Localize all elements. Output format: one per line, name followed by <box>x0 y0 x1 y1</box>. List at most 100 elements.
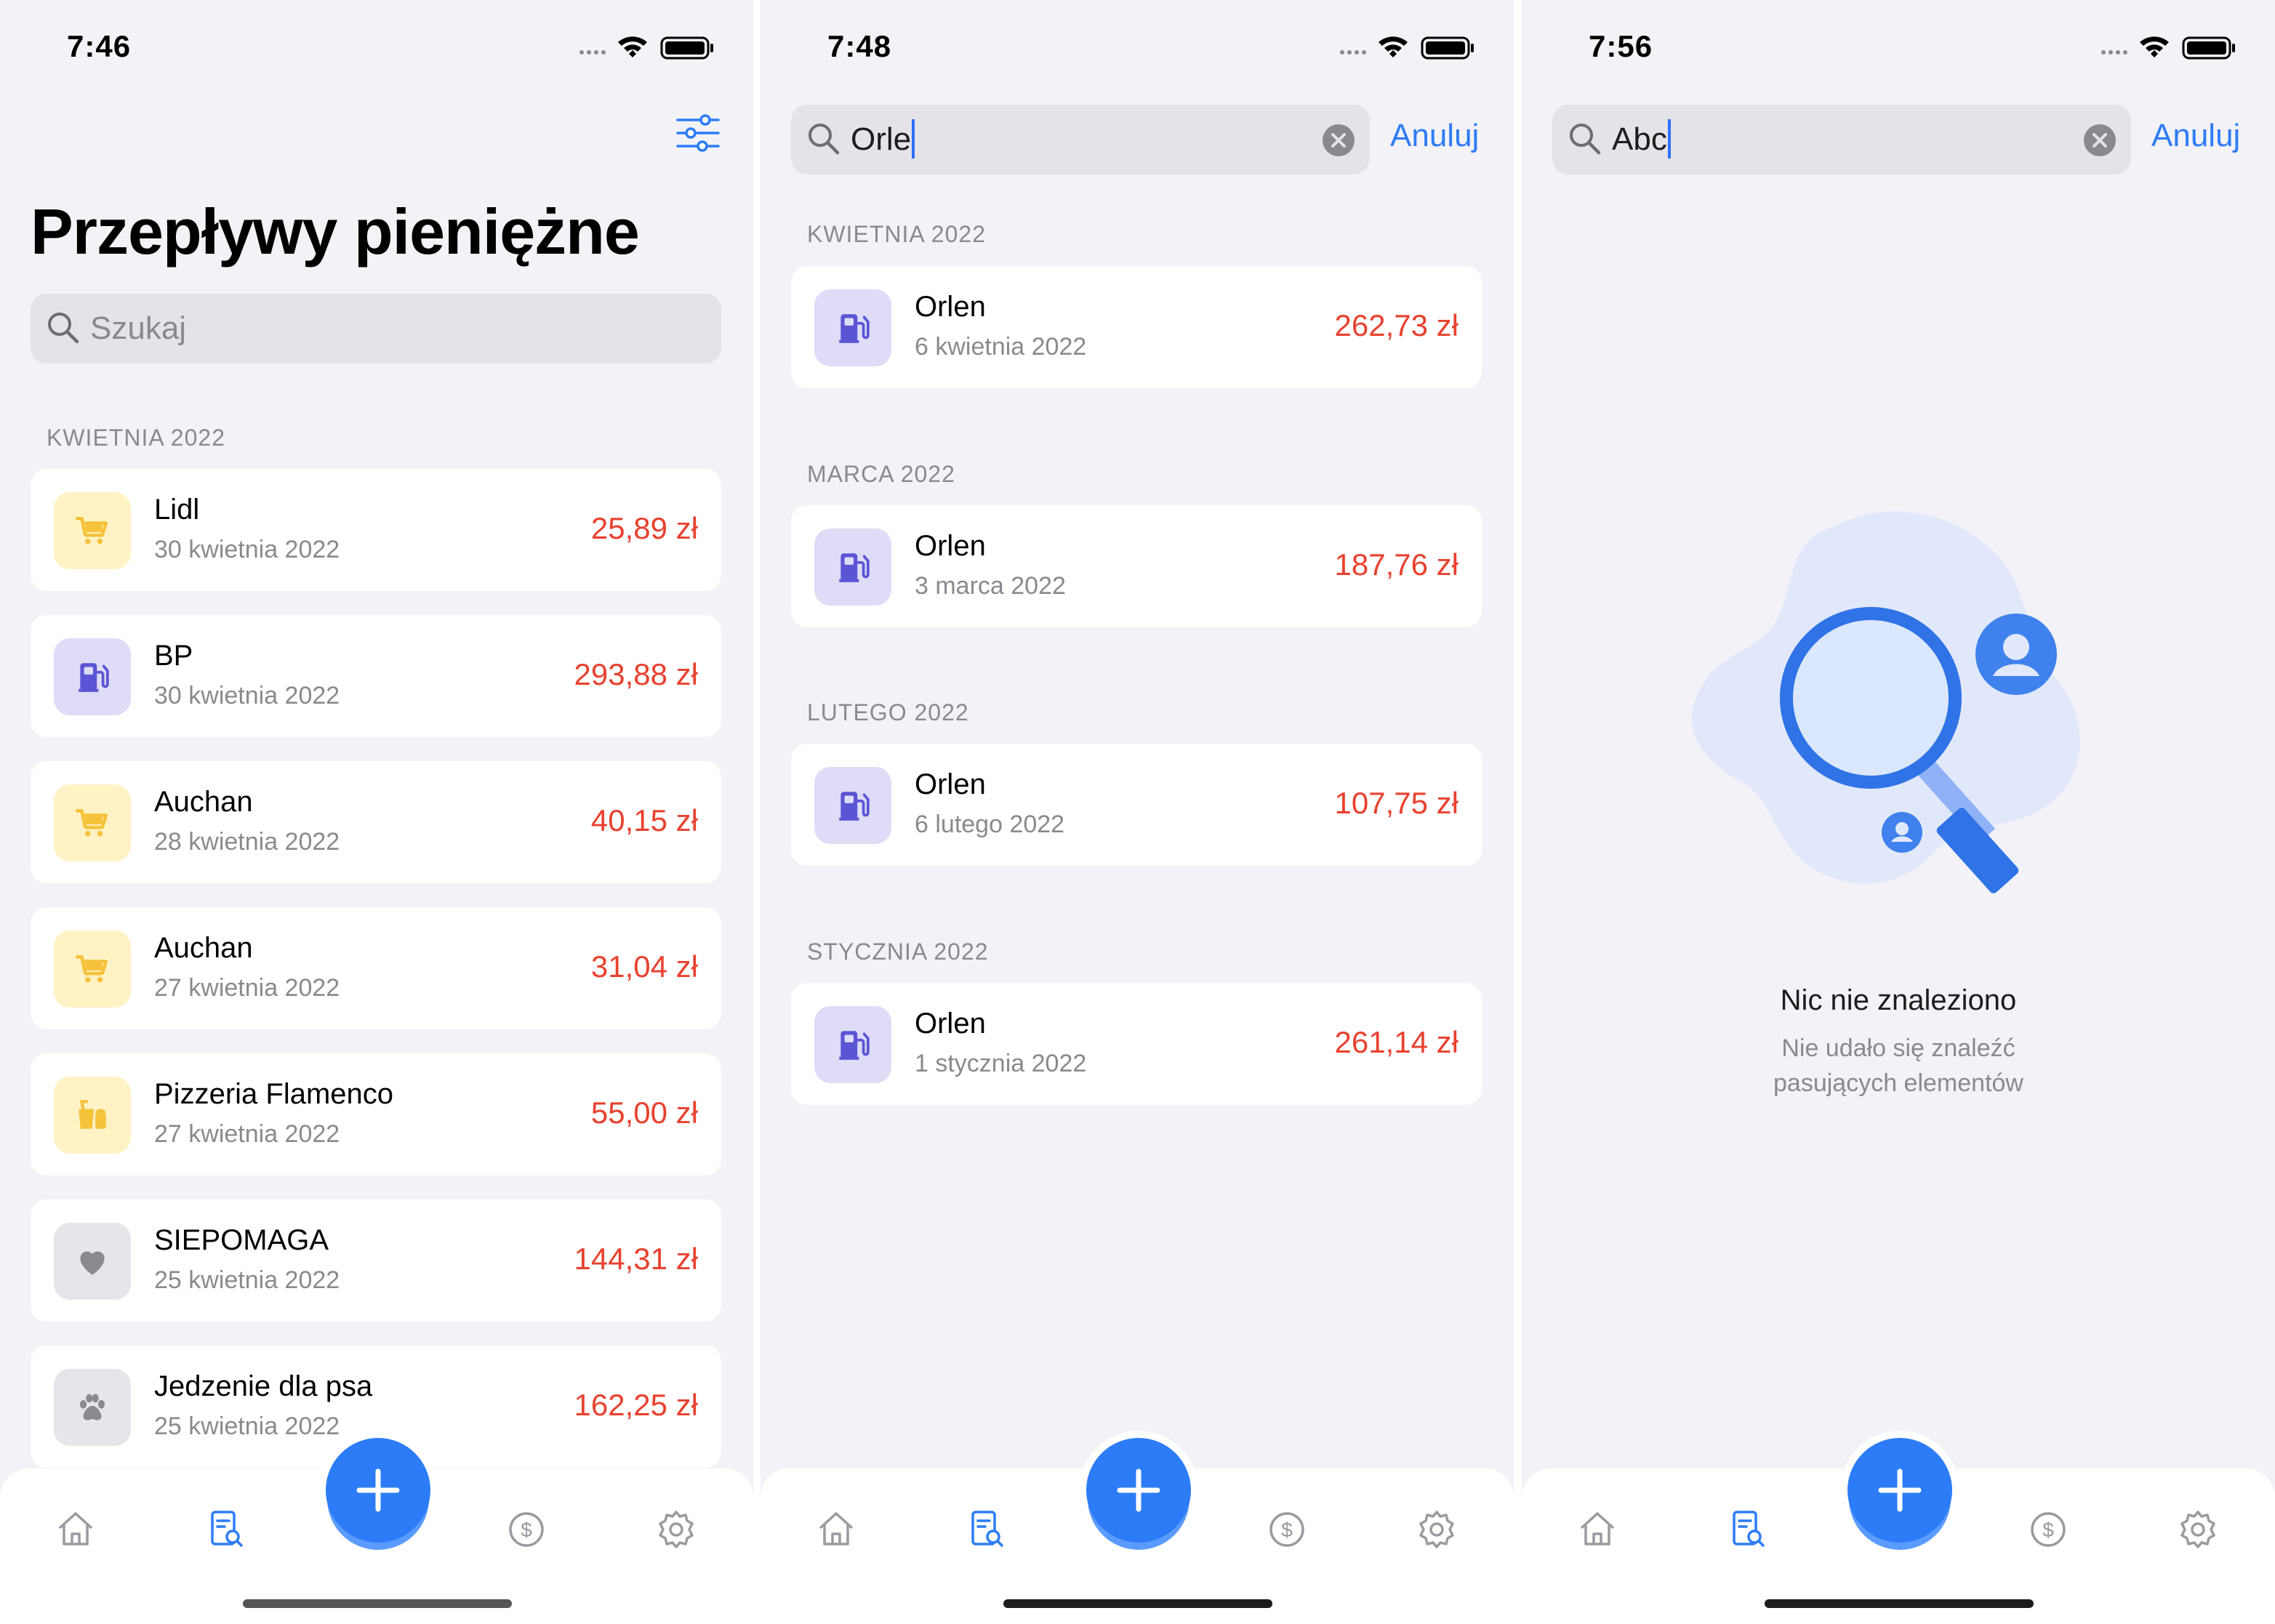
settings-icon[interactable] <box>654 1508 698 1551</box>
no-results-illustration <box>1691 511 2080 893</box>
status-icons <box>579 36 713 60</box>
section-header: MARCA 2022 <box>807 461 955 487</box>
search-icon <box>48 313 79 344</box>
search-input[interactable]: Orle <box>851 119 915 159</box>
transactions-icon[interactable] <box>1725 1508 1769 1551</box>
home-indicator <box>1003 1599 1272 1608</box>
plus-icon <box>1117 1468 1160 1512</box>
home-indicator <box>243 1599 512 1608</box>
screen-search-results: 7:48 Orle Anuluj KWIETNIA 2022 Orlen 6 k… <box>761 0 1514 1624</box>
shopping-cart-icon <box>54 930 131 1008</box>
transaction-row[interactable]: Pizzeria Flamenco 27 kwietnia 2022 55,00… <box>31 1053 721 1175</box>
budget-icon[interactable]: $ <box>2026 1508 2070 1551</box>
transaction-date: 1 stycznia 2022 <box>915 1050 1087 1077</box>
clear-search-icon[interactable] <box>1322 124 1355 157</box>
search-bar[interactable]: Abc <box>1552 105 2131 174</box>
home-icon[interactable] <box>54 1508 97 1551</box>
cancel-search-button[interactable]: Anuluj <box>1390 118 1479 154</box>
transaction-amount: 162,25 zł <box>574 1388 698 1422</box>
transaction-row[interactable]: Orlen 1 stycznia 2022 261,14 zł <box>791 983 1482 1105</box>
svg-text:$: $ <box>521 1519 532 1541</box>
add-transaction-button[interactable] <box>1847 1438 1952 1543</box>
home-icon[interactable] <box>1576 1508 1619 1551</box>
transaction-name: Pizzeria Flamenco <box>154 1078 394 1110</box>
transaction-name: SIEPOMAGA <box>154 1224 329 1256</box>
transactions-icon[interactable] <box>204 1508 247 1551</box>
transaction-row[interactable]: SIEPOMAGA 25 kwietnia 2022 144,31 zł <box>31 1199 721 1322</box>
transaction-name: Orlen <box>915 1008 986 1040</box>
fuel-pump-icon <box>54 638 131 715</box>
page-title: Przepływy pieniężne <box>31 196 640 268</box>
transaction-amount: 187,76 zł <box>1334 547 1459 582</box>
transactions-icon[interactable] <box>964 1508 1008 1551</box>
fuel-pump-icon <box>814 528 891 606</box>
transaction-date: 30 kwietnia 2022 <box>154 536 340 563</box>
transaction-date: 28 kwietnia 2022 <box>154 828 340 856</box>
status-time: 7:56 <box>1589 29 1653 63</box>
transaction-name: Lidl <box>154 494 200 526</box>
transaction-row[interactable]: Auchan 28 kwietnia 2022 40,15 zł <box>31 761 721 883</box>
heart-icon <box>54 1223 131 1300</box>
screen-cashflow-list: 7:46 Przepływy pieniężne Szukaj KWIETNIA… <box>0 0 753 1624</box>
transaction-row[interactable]: Orlen 6 lutego 2022 107,75 zł <box>791 744 1482 866</box>
status-bar: 7:56 <box>1522 0 2275 87</box>
screen-search-empty: 7:56 Abc Anuluj Nic nie znaleziono Nie u… <box>1522 0 2275 1624</box>
transaction-name: Orlen <box>915 291 986 323</box>
svg-text:$: $ <box>1281 1519 1293 1541</box>
budget-icon[interactable]: $ <box>1265 1508 1309 1551</box>
status-bar: 7:48 <box>761 0 1514 87</box>
transaction-date: 25 kwietnia 2022 <box>154 1412 340 1440</box>
settings-icon[interactable] <box>1415 1508 1459 1551</box>
filter-sliders-icon[interactable] <box>675 113 721 153</box>
cancel-search-button[interactable]: Anuluj <box>2151 118 2240 154</box>
shopping-cart-icon <box>54 492 131 569</box>
search-input[interactable]: Abc <box>1612 119 1671 159</box>
home-icon[interactable] <box>814 1508 858 1551</box>
transaction-row[interactable]: BP 30 kwietnia 2022 293,88 zł <box>31 615 721 737</box>
plus-icon <box>1878 1468 1922 1512</box>
transaction-amount: 107,75 zł <box>1334 786 1459 820</box>
plus-icon <box>356 1468 400 1512</box>
add-transaction-button[interactable] <box>326 1438 430 1543</box>
fuel-pump-icon <box>814 289 891 366</box>
transaction-date: 27 kwietnia 2022 <box>154 1120 340 1148</box>
transaction-name: Auchan <box>154 786 253 818</box>
transaction-date: 27 kwietnia 2022 <box>154 974 340 1002</box>
search-bar[interactable]: Szukaj <box>31 294 721 363</box>
paw-icon <box>54 1369 131 1446</box>
budget-icon[interactable]: $ <box>505 1508 548 1551</box>
transaction-amount: 293,88 zł <box>574 657 698 691</box>
empty-state-title: Nic nie znaleziono <box>1780 984 2017 1016</box>
settings-icon[interactable] <box>2176 1508 2220 1551</box>
empty-state-subtitle: Nie udało się znaleźć pasujących element… <box>1522 1031 2275 1101</box>
clear-search-icon[interactable] <box>2083 124 2116 157</box>
transaction-date: 6 kwietnia 2022 <box>915 333 1087 361</box>
transaction-row[interactable]: Lidl 30 kwietnia 2022 25,89 zł <box>31 469 721 591</box>
search-placeholder: Szukaj <box>90 310 187 346</box>
status-time: 7:46 <box>67 29 132 63</box>
empty-state-subtitle-line: Nie udało się znaleźć <box>1781 1034 2015 1062</box>
section-header: KWIETNIA 2022 <box>47 425 225 451</box>
transaction-row[interactable]: Auchan 27 kwietnia 2022 31,04 zł <box>31 907 721 1029</box>
fuel-pump-icon <box>814 767 891 844</box>
search-bar[interactable]: Orle <box>791 105 1370 174</box>
transaction-amount: 31,04 zł <box>590 949 698 984</box>
transaction-date: 3 marca 2022 <box>915 572 1066 600</box>
transaction-amount: 262,73 zł <box>1334 308 1459 342</box>
transaction-row[interactable]: Orlen 6 kwietnia 2022 262,73 zł <box>791 266 1482 388</box>
transaction-amount: 40,15 zł <box>590 803 698 837</box>
transaction-date: 30 kwietnia 2022 <box>154 682 340 710</box>
add-transaction-button[interactable] <box>1086 1438 1191 1543</box>
transaction-name: BP <box>154 640 193 672</box>
transaction-amount: 55,00 zł <box>590 1096 698 1130</box>
status-icons <box>2101 36 2235 60</box>
svg-text:$: $ <box>2042 1519 2054 1541</box>
transaction-date: 6 lutego 2022 <box>915 811 1065 838</box>
status-icons <box>1340 36 1474 60</box>
transaction-row[interactable]: Orlen 3 marca 2022 187,76 zł <box>791 505 1482 627</box>
section-header: KWIETNIA 2022 <box>807 221 986 247</box>
section-header: STYCZNIA 2022 <box>807 938 989 965</box>
transaction-date: 25 kwietnia 2022 <box>154 1266 340 1294</box>
fuel-pump-icon <box>814 1006 891 1083</box>
search-icon <box>809 124 840 155</box>
